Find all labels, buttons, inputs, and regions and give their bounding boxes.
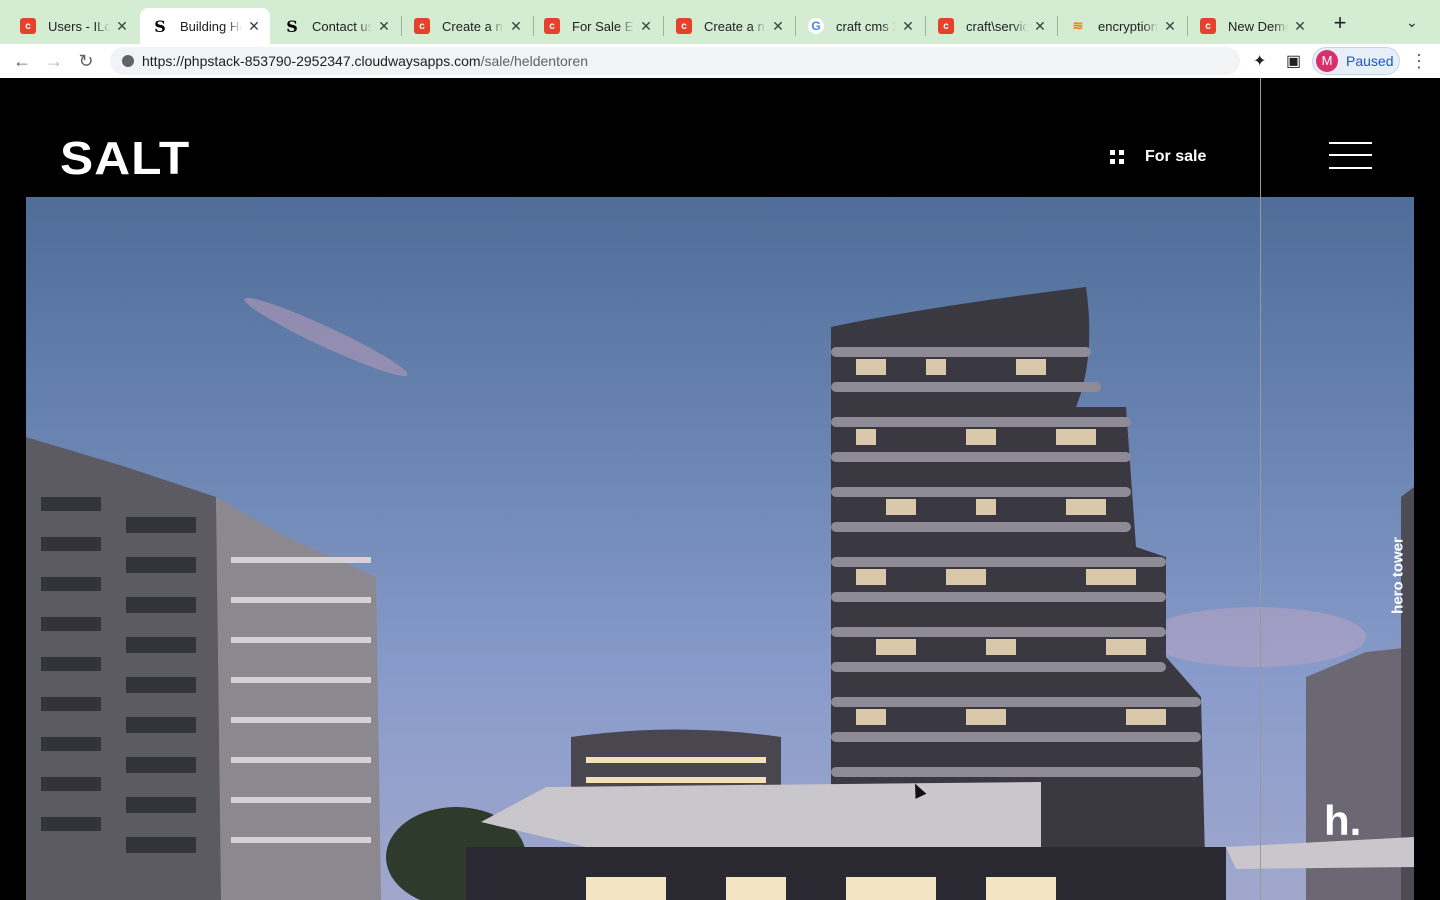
tab-for-sale-entries[interactable]: c For Sale Ent ✕ (534, 8, 662, 44)
side-panel-icon[interactable]: ▣ (1286, 51, 1301, 71)
tab-title: encryption (1098, 18, 1158, 34)
tab-title: For Sale Ent (572, 18, 634, 34)
browser-toolbar: ← → ↻ https://phpstack-853790-2952347.cl… (0, 44, 1440, 78)
craft-icon: c (544, 18, 560, 34)
salt-icon: S (286, 16, 298, 36)
url-host: https://phpstack-853790-2952347.cloudway… (142, 53, 481, 69)
page: SALT For sale hero tower h. (0, 78, 1440, 900)
close-icon[interactable]: ✕ (1162, 18, 1178, 35)
tab-title: craft\servic (966, 18, 1028, 34)
google-icon: G (808, 18, 824, 34)
profile-status: Paused (1346, 53, 1394, 69)
craft-icon: c (20, 18, 36, 34)
address-bar[interactable]: https://phpstack-853790-2952347.cloudway… (110, 47, 1240, 75)
close-icon[interactable]: ✕ (638, 18, 654, 35)
new-tab-button[interactable]: + (1328, 12, 1352, 34)
site-info-icon[interactable] (122, 55, 134, 67)
close-icon[interactable]: ✕ (376, 18, 392, 35)
tab-building-heldentoren[interactable]: S Building He ✕ (140, 8, 270, 44)
back-button[interactable]: ← (11, 50, 33, 72)
tab-search-icon[interactable]: ⌄ (1406, 14, 1418, 31)
browser-menu-icon[interactable]: ⋮ (1410, 51, 1428, 72)
tab-encryption[interactable]: ≋ encryption ✕ (1058, 8, 1186, 44)
hero-illustration (26, 287, 1414, 900)
salt-icon: S (154, 16, 166, 36)
stackoverflow-icon: ≋ (1072, 18, 1084, 33)
tab-title: Create a ne (442, 18, 504, 34)
grid-icon (1110, 150, 1124, 164)
close-icon[interactable]: ✕ (1292, 18, 1308, 35)
tab-title: Users - ILov (48, 18, 110, 34)
close-icon[interactable]: ✕ (114, 18, 130, 35)
divider-line (1260, 78, 1261, 900)
craft-icon: c (1200, 18, 1216, 34)
avatar: M (1316, 50, 1338, 72)
for-sale-link[interactable]: For sale (1110, 148, 1206, 166)
craft-icon: c (414, 18, 430, 34)
tab-users[interactable]: c Users - ILov ✕ (0, 8, 138, 44)
close-icon[interactable]: ✕ (900, 18, 916, 35)
tab-title: craft cms 3 (836, 18, 896, 34)
tab-title: Create a ne (704, 18, 766, 34)
hero-image: hero tower h. (26, 197, 1414, 900)
site-logo[interactable]: SALT (60, 135, 190, 181)
tab-bar: c Users - ILov ✕ S Building He ✕ S Conta… (0, 0, 1440, 44)
extensions-icon[interactable]: ✦ (1253, 51, 1266, 71)
url-path: /sale/heldentoren (480, 53, 588, 69)
craft-icon: c (938, 18, 954, 34)
close-icon[interactable]: ✕ (246, 18, 262, 35)
tab-contact-us[interactable]: S Contact us ✕ (272, 8, 400, 44)
tab-google-search[interactable]: G craft cms 3 ✕ (796, 8, 924, 44)
tab-title: Building He (180, 18, 242, 34)
close-icon[interactable]: ✕ (508, 18, 524, 35)
tab-new-demo[interactable]: c New Demo ✕ (1188, 8, 1316, 44)
close-icon[interactable]: ✕ (770, 18, 786, 35)
craft-icon: c (676, 18, 692, 34)
tab-craft-services[interactable]: c craft\servic ✕ (926, 8, 1056, 44)
hero-tower-label: hero tower (1389, 537, 1407, 614)
close-icon[interactable]: ✕ (1032, 18, 1048, 35)
for-sale-label: For sale (1145, 148, 1207, 165)
forward-button[interactable]: → (43, 50, 65, 72)
profile-button[interactable]: M Paused (1312, 47, 1400, 75)
url-text: https://phpstack-853790-2952347.cloudway… (142, 53, 588, 69)
hamburger-menu-button[interactable] (1329, 140, 1372, 170)
tab-title: Contact us (312, 18, 372, 34)
tab-create-entry-2[interactable]: c Create a ne ✕ (664, 8, 794, 44)
tab-create-entry[interactable]: c Create a ne ✕ (402, 8, 532, 44)
tab-title: New Demo (1228, 18, 1288, 34)
hero-mark: h. (1324, 797, 1362, 844)
reload-button[interactable]: ↻ (75, 50, 97, 72)
